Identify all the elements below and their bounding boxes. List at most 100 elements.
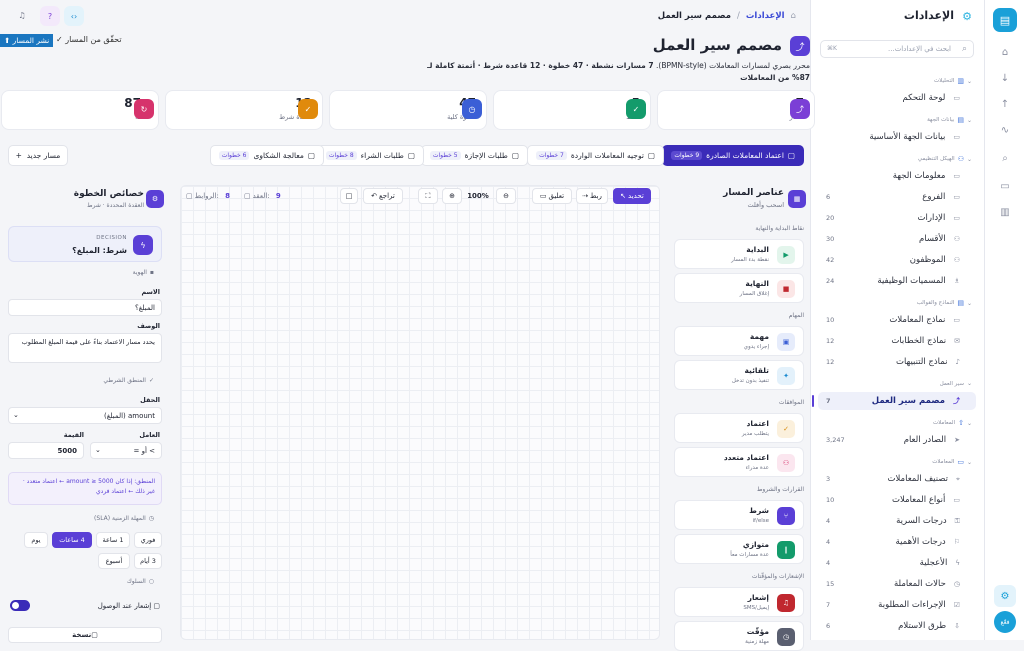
stat-card-automation: 87%أتمتة↻ [1, 90, 159, 130]
zoom-level: 100% [467, 192, 489, 200]
notify-toggle[interactable] [10, 600, 30, 611]
value-field[interactable]: 5000 [8, 442, 84, 459]
breadcrumb-root[interactable]: الإعدادات [746, 11, 785, 21]
tab-purchase-requests[interactable]: ▢ طلبات الشراء 8 خطوات [316, 145, 424, 166]
archive-icon[interactable]: ▭ [997, 178, 1013, 194]
search-input[interactable]: ⌕ ابحث في الإعدادات... K⌘ [820, 40, 974, 58]
group-transactions-2[interactable]: ⌄ ▭ المعاملات [932, 458, 972, 466]
sidebar-item-letter-templates[interactable]: ✉ نماذج الخطابات 12 [818, 332, 976, 350]
operator-select[interactable]: > أو = ⌄ [90, 442, 162, 459]
palette-item-approval[interactable]: ✓ اعتماد يتطلب مدير [674, 413, 804, 443]
square-tool[interactable]: □ [340, 188, 358, 204]
palette-item-notification[interactable]: ♫ إشعار إيميل/SMS [674, 587, 804, 617]
palette-item-condition[interactable]: ⑂ شرط if/else [674, 500, 804, 530]
sidebar-item-types[interactable]: ▭ أنواع المعاملات 10 [818, 491, 976, 509]
search-icon[interactable]: ⌕ [997, 150, 1013, 166]
sidebar-item-dashboard[interactable]: ▭ لوحة التحكم [818, 89, 976, 107]
chat-icon[interactable]: ▤ [993, 8, 1017, 32]
link-tool[interactable]: ⇢ ربط [576, 188, 608, 204]
palette-item-parallel[interactable]: ∥ متوازي عدة مسارات معاً [674, 534, 804, 564]
activity-icon[interactable]: ∿ [997, 122, 1013, 138]
zoom-out-button[interactable]: ⊖ [496, 188, 516, 204]
sidebar-item-secrecy[interactable]: ⚿ درجات السرية 4 [818, 512, 976, 530]
sidebar-item-receipt-methods[interactable]: ⇩ طرق الاستلام 6 [818, 617, 976, 635]
logic-summary: المنطق: إذا كان amount ≥ 5000 ← اعتماد م… [8, 472, 162, 505]
sidebar-item-entity-info[interactable]: ▭ معلومات الجهة [818, 167, 976, 185]
sidebar-item-workflow-designer[interactable]: ⤴ مصمم سير العمل 7 [812, 392, 976, 410]
select-tool[interactable]: ↖ تحديد [613, 188, 651, 204]
sidebar-item-actions[interactable]: ☑ الإجراءات المطلوبة 7 [818, 596, 976, 614]
sidebar-item-urgency[interactable]: ϟ الأعجلية 4 [818, 554, 976, 572]
sidebar-item-branches[interactable]: ▭ الفروع 6 [818, 188, 976, 206]
user-avatar[interactable]: فعّع [994, 611, 1016, 633]
new-path-button[interactable]: + مسار جديد [8, 145, 68, 166]
field-select[interactable]: amount (المبلغ) ⌄ [8, 407, 162, 424]
page-title: مصمم سير العمل [652, 36, 782, 54]
lightning-icon: ϟ [133, 235, 153, 255]
palette-item-automatic[interactable]: ✦ تلقائية تنفيذ بدون تدخل [674, 360, 804, 390]
group-templates[interactable]: ⌄ ▤ النماذج والقوالب [917, 299, 972, 307]
sla-option[interactable]: 1 ساعة [96, 532, 130, 548]
group-org-structure[interactable]: ⌄ ⚇ الهيكل التنظيمي [918, 155, 972, 163]
sidebar-item-sections[interactable]: ⚇ الأقسام 30 [818, 230, 976, 248]
palette-item-multi-approval[interactable]: ⚇ اعتماد متعدد عدة مدراء [674, 447, 804, 477]
stat-card-rules: 12قاعدة شرط✓ [165, 90, 323, 130]
sidebar-item-departments[interactable]: ▭ الإدارات 20 [818, 209, 976, 227]
group-workflow[interactable]: ⌄ سير العمل [940, 380, 972, 387]
sidebar-item-alert-templates[interactable]: ♪ نماذج التنبيهات 12 [818, 353, 976, 371]
tab-complaints[interactable]: ▢ معالجة الشكاوى 6 خطوات [209, 145, 324, 166]
stat-card-active: 5نشط✓ [493, 90, 651, 130]
code-toggle-icon[interactable]: ‹› [64, 6, 84, 26]
group-analytics[interactable]: ⌄ ▥ التحليلات [934, 77, 972, 85]
tab-leave-requests[interactable]: ▢ طلبات الإجازة 5 خطوات [420, 145, 528, 166]
operator-label: العامل [139, 431, 160, 439]
outbox-icon[interactable]: ↑ [997, 96, 1013, 112]
sla-option[interactable]: أسبوع [98, 553, 130, 569]
undo-button[interactable]: ↶ تراجع [363, 188, 403, 204]
group-transactions-1[interactable]: ⌄ ⇧ المعاملات [933, 419, 972, 427]
approve-icon: ✓ [777, 420, 795, 438]
sidebar-item-transaction-templates[interactable]: ▭ نماذج المعاملات 10 [818, 311, 976, 329]
sla-option[interactable]: يوم [24, 532, 48, 548]
group-entity-data[interactable]: ⌄ ▤ بيانات الجهة [927, 116, 972, 124]
tab-incoming-routing[interactable]: ▢ توجيه المعاملات الواردة 7 خطوات [527, 145, 664, 166]
home-icon[interactable]: ⌂ [997, 44, 1013, 60]
description-field[interactable]: يحدد مسار الاعتماد بناءً على قيمة المبلغ… [8, 333, 162, 363]
sla-option-selected[interactable]: 4 ساعات [52, 532, 92, 548]
top-bar: ♫ ? ‹› ⌂ الإعدادات / مصمم سير العمل [0, 0, 810, 34]
sidebar-item-statuses[interactable]: ◷ حالات المعاملة 15 [818, 575, 976, 593]
workflow-canvas[interactable] [180, 185, 660, 640]
palette-item-timer[interactable]: ◷ مؤقّت مهلة زمنية [674, 621, 804, 651]
comment-tool[interactable]: ▭ تعليق [532, 188, 572, 204]
sidebar-item-general-outgoing[interactable]: ➤ الصادر العام 3,247 [818, 431, 976, 449]
sidebar-item-job-titles[interactable]: ♗ المسميات الوظيفية 24 [818, 272, 976, 290]
settings-icon[interactable]: ⚙ [994, 585, 1016, 607]
sidebar-item-classification[interactable]: ⌖ تصنيف المعاملات 3 [818, 470, 976, 488]
inbox-icon[interactable]: ↓ [997, 70, 1013, 86]
bell-icon[interactable]: ♫ [14, 7, 30, 23]
help-icon[interactable]: ? [40, 6, 60, 26]
tab-outgoing-approval[interactable]: ▢ اعتماد المعاملات الصادرة 9 خطوات [662, 145, 804, 166]
fit-view-button[interactable]: ⛶ [418, 188, 438, 204]
sidebar-item-basic-data[interactable]: ▭ بيانات الجهة الأساسية [818, 128, 976, 146]
settings-sidebar: ⚙ الإعدادات ⌕ ابحث في الإعدادات... K⌘ ⌄ ▥… [810, 0, 984, 640]
sidebar-item-importance[interactable]: ⚐ درجات الأهمية 4 [818, 533, 976, 551]
sidebar-item-employees[interactable]: ⚇ الموظفون 42 [818, 251, 976, 269]
panel-title: خصائص الخطوة [73, 189, 144, 199]
sla-option[interactable]: 3 أيام [134, 553, 162, 569]
palette-item-task[interactable]: ▣ مهمة إجراء يدوي [674, 326, 804, 356]
palette-section: المهام [788, 312, 804, 319]
verify-button[interactable]: ✓ تحقّق من المسار [56, 35, 122, 44]
chart-icon[interactable]: ▥ [997, 204, 1013, 220]
name-field[interactable]: المبلغ؟ [8, 299, 162, 316]
workflow-tabs: ▢ اعتماد المعاملات الصادرة 9 خطوات ▢ توجيه … [0, 145, 810, 167]
field-label: الحقل [140, 396, 160, 404]
palette-item-end[interactable]: ■ النهاية إغلاق المسار [674, 273, 804, 303]
workflow-title-icon: ⤴ [790, 36, 810, 56]
publish-button[interactable]: ⬆ نشر المسار [0, 34, 54, 47]
palette-item-start[interactable]: ▶ البداية نقطة بدء المسار [674, 239, 804, 269]
copy-button[interactable]: ▢ نسخة [8, 627, 162, 643]
sla-option[interactable]: فوري [134, 532, 162, 548]
zoom-in-button[interactable]: ⊕ [442, 188, 462, 204]
home-crumb-icon[interactable]: ⌂ [791, 11, 796, 21]
